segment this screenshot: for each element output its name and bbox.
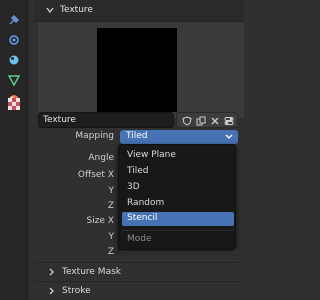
mapping-select[interactable]: Tiled xyxy=(120,130,238,144)
chevron-down-icon xyxy=(46,6,54,17)
tool-icon[interactable] xyxy=(8,14,20,26)
size-x-label: Size X xyxy=(86,216,114,226)
size-y-label: Y xyxy=(108,232,115,242)
texture-icon[interactable] xyxy=(8,98,20,110)
fake-user-shield-icon[interactable] xyxy=(181,115,193,127)
chevron-right-icon xyxy=(48,287,55,298)
texture-name-field[interactable]: Texture xyxy=(38,112,174,128)
offset-x-label: Offset X xyxy=(77,170,114,180)
texture-panel-title: Texture xyxy=(60,5,93,15)
data-icon[interactable] xyxy=(8,74,20,86)
particles-icon[interactable] xyxy=(8,34,20,46)
texture-panel-header[interactable]: Texture xyxy=(34,0,244,22)
offset-z-label: Z xyxy=(107,201,114,211)
chevron-down-icon xyxy=(225,133,233,143)
duplicate-icon[interactable] xyxy=(195,115,207,127)
texture-datablock-buttons xyxy=(176,112,238,128)
mapping-label: Mapping xyxy=(75,131,114,141)
close-icon[interactable] xyxy=(209,115,221,127)
texture-preview xyxy=(97,28,177,112)
dropdown-item-stencil[interactable]: Stencil xyxy=(122,212,234,226)
dropdown-item-tiled[interactable]: Tiled xyxy=(122,165,234,179)
dropdown-divider xyxy=(122,230,234,231)
dropdown-item-3d[interactable]: 3D xyxy=(122,181,234,195)
stroke-label: Stroke xyxy=(62,286,91,296)
dropdown-title: Mode xyxy=(127,234,152,244)
texture-mask-label: Texture Mask xyxy=(62,267,121,277)
properties-tab-sidebar xyxy=(0,0,28,300)
mapping-value: Tiled xyxy=(126,131,148,141)
dropdown-item-view-plane[interactable]: View Plane xyxy=(122,149,234,163)
physics-icon[interactable] xyxy=(8,54,20,66)
angle-label: Angle xyxy=(88,153,114,163)
stroke-subpanel[interactable]: Stroke xyxy=(34,281,244,299)
chevron-right-icon xyxy=(48,268,55,279)
mapping-dropdown-menu: View Plane Tiled 3D Random Stencil Mode xyxy=(118,144,236,250)
offset-y-label: Y xyxy=(108,186,115,196)
settings-toggle-icon[interactable] xyxy=(223,115,235,127)
texture-datablock-row: Texture xyxy=(38,112,238,128)
size-z-label: Z xyxy=(107,247,114,257)
dropdown-item-random[interactable]: Random xyxy=(122,197,234,211)
texture-mask-subpanel[interactable]: Texture Mask xyxy=(34,262,244,280)
